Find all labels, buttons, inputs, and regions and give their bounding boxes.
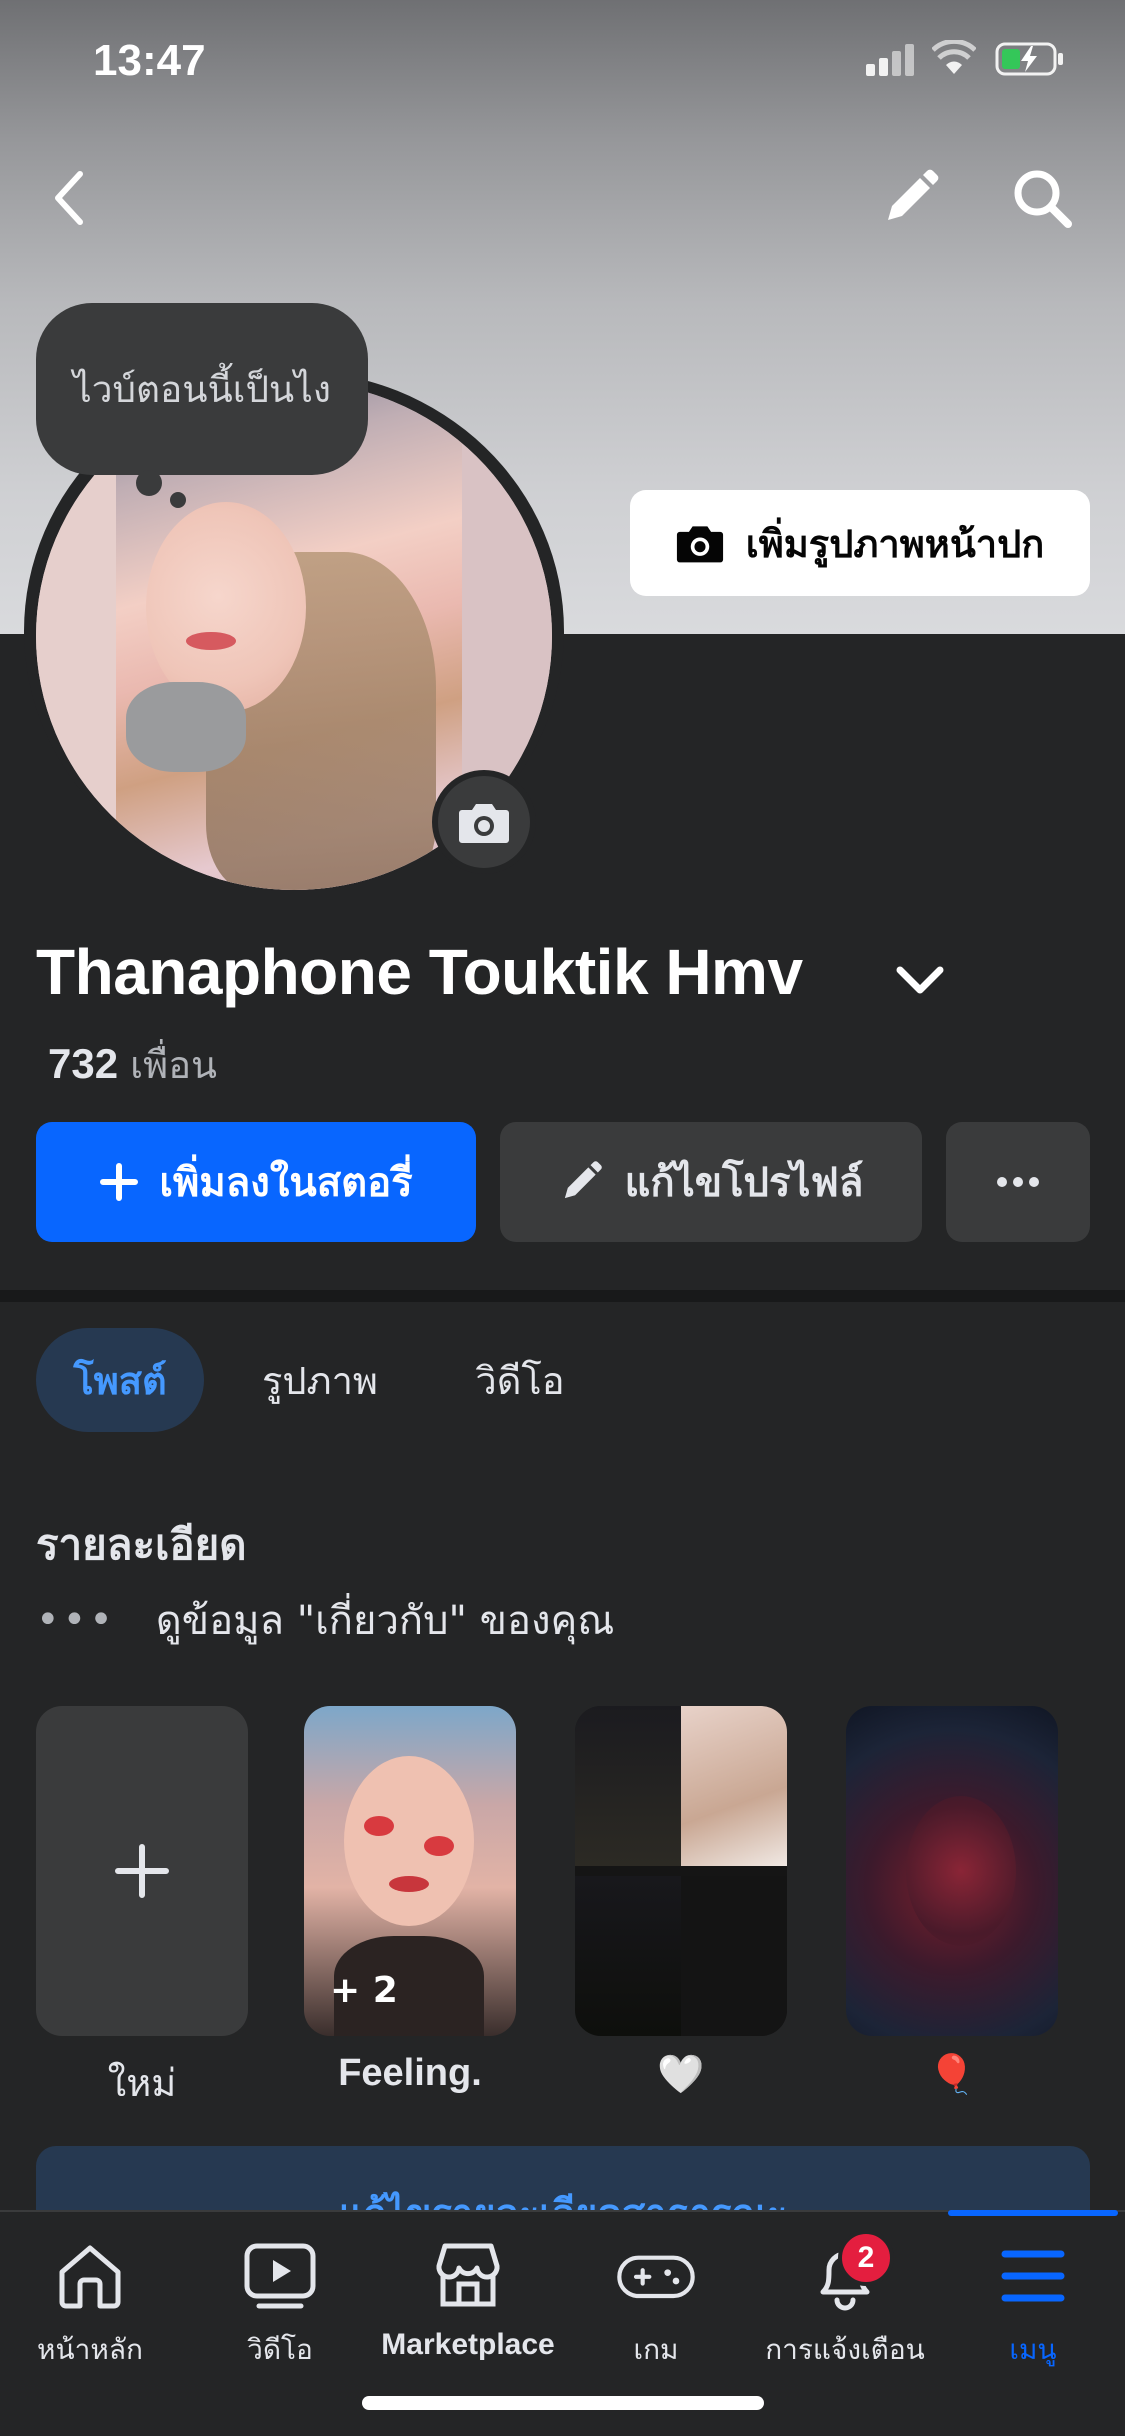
nav-home-label: หน้าหลัก [37,2333,143,2366]
cellular-signal-icon [866,44,916,76]
friends-count[interactable]: 732 เพื่อน [48,1034,217,1095]
new-featured-card[interactable] [36,1706,248,2036]
profile-name: Thanaphone Touktik Hmv [36,936,803,1008]
friends-label: เพื่อน [130,1043,218,1087]
plus-icon [115,1844,169,1898]
nav-gaming-label: เกม [633,2333,679,2366]
pencil-icon [564,1161,602,1199]
nav-video[interactable]: วิดีโอ [185,2236,375,2372]
nav-menu[interactable]: เมนู [938,2236,1125,2372]
gaming-icon [617,2255,695,2299]
section-divider [0,1290,1125,1302]
edit-profile-button[interactable]: แก้ไขโปรไฟล์ [500,1122,922,1242]
nav-home[interactable]: หน้าหลัก [0,2236,185,2372]
featured-label-feeling: Feeling. [338,2052,482,2094]
featured-card-balloon[interactable] [846,1706,1058,2036]
video-icon [244,2243,316,2309]
note-bubble-tail [136,470,162,496]
change-profile-picture-button[interactable] [432,770,536,874]
featured-extra-count: + 2 [330,1970,398,2011]
featured-label-heart: 🤍 [657,2052,705,2096]
wifi-icon [932,40,976,74]
chevron-down-icon[interactable] [890,950,950,1010]
nav-notifications-label: การแจ้งเตือน [765,2333,925,2366]
nav-video-label: วิดีโอ [247,2333,313,2366]
edit-cover-button[interactable] [870,158,950,238]
add-cover-photo-button[interactable]: เพิ่มรูปภาพหน้าปก [630,490,1090,596]
featured-label-balloon: 🎈 [928,2052,976,2096]
home-icon [59,2245,121,2309]
more-dots-icon: ••• [36,1597,116,1643]
featured-card-heart[interactable] [575,1706,787,2036]
tab-videos[interactable]: วิดีโอ [455,1328,585,1432]
camera-icon [459,804,509,843]
back-button[interactable] [30,158,110,238]
nav-gaming[interactable]: เกม [561,2236,751,2372]
edit-profile-label: แก้ไขโปรไฟล์ [624,1160,864,1206]
notification-badge: 2 [838,2230,894,2286]
note-bubble-tail-small [170,492,186,508]
more-options-button[interactable] [946,1122,1090,1242]
nav-marketplace[interactable]: Marketplace [373,2236,563,2362]
more-dots-icon [997,1177,1039,1187]
search-button[interactable] [1002,158,1082,238]
note-text: ไวบ์ตอนนี้เป็นไง [73,367,331,411]
status-time: 13:47 [93,36,206,85]
details-heading: รายละเอียด [36,1520,247,1569]
search-icon [1014,170,1072,228]
friends-number: 732 [48,1040,119,1087]
add-to-story-button[interactable]: เพิ่มลงในสตอรี่ [36,1122,476,1242]
home-indicator [362,2396,764,2410]
active-tab-indicator [948,2210,1118,2216]
camera-icon [676,526,723,563]
battery-charging-icon [995,42,1063,76]
note-bubble[interactable]: ไวบ์ตอนนี้เป็นไง [36,303,368,475]
featured-label-new: ใหม่ [107,2061,177,2105]
nav-marketplace-label: Marketplace [381,2328,555,2361]
see-about-info-label: ดูข้อมูล "เกี่ยวกับ" ของคุณ [155,1598,615,1644]
tab-photos[interactable]: รูปภาพ [240,1328,400,1432]
plus-icon [100,1163,139,1201]
chevron-left-icon [55,171,83,225]
marketplace-icon [436,2243,500,2307]
nav-menu-label: เมนู [1009,2333,1057,2366]
menu-icon [1001,2250,1065,2302]
pencil-icon [888,169,939,220]
add-to-story-label: เพิ่มลงในสตอรี่ [159,1160,413,1206]
tab-posts[interactable]: โพสต์ [36,1328,204,1432]
see-about-info-link[interactable]: ••• ดูข้อมูล "เกี่ยวกับ" ของคุณ [36,1588,614,1652]
add-cover-photo-label: เพิ่มรูปภาพหน้าปก [745,521,1045,566]
